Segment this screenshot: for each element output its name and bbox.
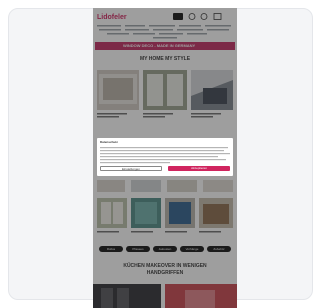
mobile-page-screenshot: Lidofeler WINDOW DECO - MADE IN GERMANY …	[93, 8, 237, 308]
cookie-settings-button[interactable]: Einstellungen	[100, 166, 162, 171]
cookie-consent-dialog: Datenschutz Einstellungen Akzeptieren	[97, 138, 233, 176]
cookie-accept-button[interactable]: Akzeptieren	[168, 166, 230, 171]
